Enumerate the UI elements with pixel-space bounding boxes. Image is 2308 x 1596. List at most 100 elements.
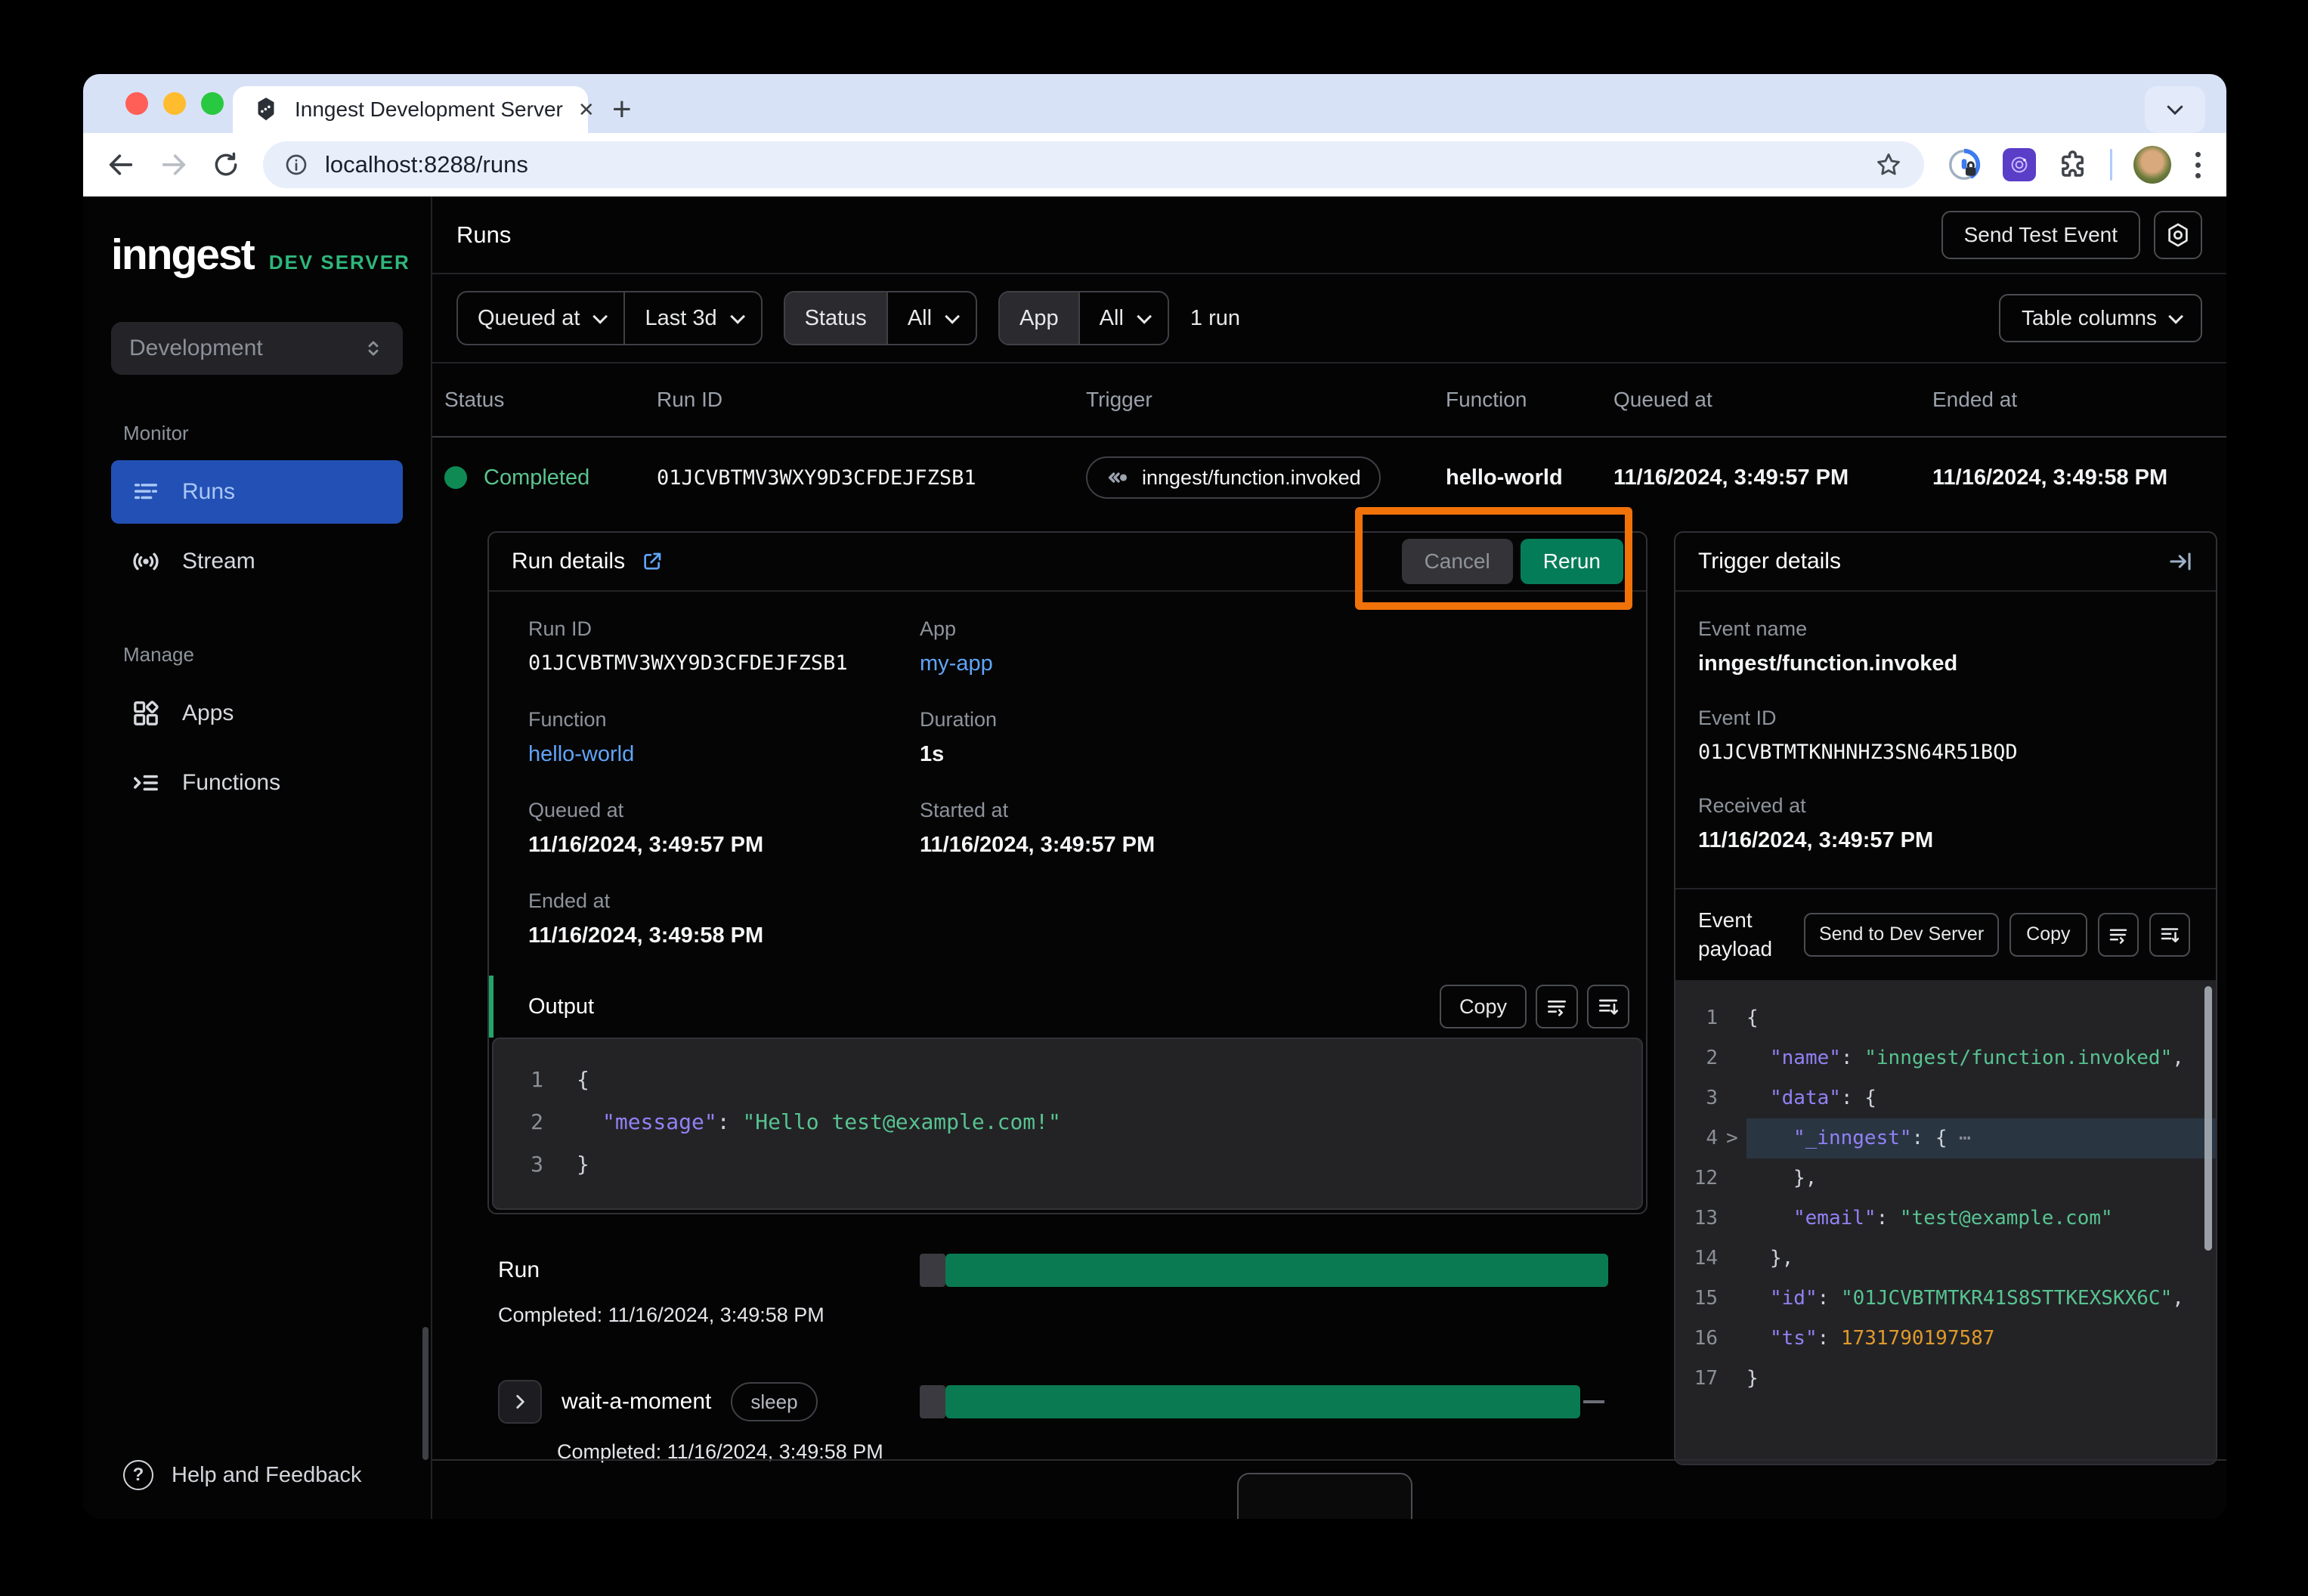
app-filter-dropdown[interactable]: All <box>1078 292 1168 344</box>
output-title: Output <box>528 994 594 1019</box>
copy-output-button[interactable]: Copy <box>1440 985 1527 1028</box>
extension-icon[interactable] <box>2003 148 2036 181</box>
sidebar-item-label: Stream <box>182 549 255 574</box>
chevron-down-icon <box>1137 309 1152 324</box>
run-count: 1 run <box>1190 306 1240 331</box>
expand-step-button[interactable] <box>498 1380 542 1424</box>
fold-chevron-icon[interactable]: > <box>1718 1118 1746 1158</box>
code-line: 3} <box>493 1143 1641 1186</box>
open-external-icon[interactable] <box>640 549 664 574</box>
field-app: App my-app <box>920 617 1623 676</box>
forward-icon[interactable] <box>159 150 189 180</box>
app-filter-value: All <box>1100 306 1124 331</box>
table-columns-button[interactable]: Table columns <box>1999 294 2202 342</box>
address-bar[interactable]: localhost:8288/runs <box>263 141 1924 188</box>
sidebar-item-apps[interactable]: Apps <box>111 682 403 745</box>
extensions-puzzle-icon[interactable] <box>2057 149 2089 181</box>
close-window-button[interactable] <box>125 92 148 115</box>
partial-footer-button[interactable] <box>1237 1473 1412 1519</box>
field-function: Function hello-world <box>528 708 920 767</box>
sidebar-item-runs[interactable]: Runs <box>111 460 403 524</box>
timeline-tick <box>1583 1400 1604 1403</box>
help-label: Help and Feedback <box>172 1463 362 1488</box>
send-to-dev-server-button[interactable]: Send to Dev Server <box>1804 913 1999 957</box>
status-filter-value: All <box>908 306 932 331</box>
queued-at-dropdown[interactable]: Queued at <box>458 292 623 344</box>
new-tab-button[interactable]: + <box>612 91 632 128</box>
sidebar-item-functions[interactable]: Functions <box>111 751 403 815</box>
col-run-id: Run ID <box>657 388 1086 412</box>
minimize-window-button[interactable] <box>163 92 186 115</box>
environment-select[interactable]: Development <box>111 322 403 375</box>
timeline-run-label: Run <box>498 1257 540 1283</box>
queued-at-label: Queued at <box>478 306 580 331</box>
app-filter-label: App <box>1000 292 1078 344</box>
output-code-block[interactable]: 1{2"message": "Hello test@example.com!"3… <box>492 1038 1643 1210</box>
function-link[interactable]: hello-world <box>528 742 920 767</box>
runs-table-header: Status Run ID Trigger Function Queued at… <box>432 363 2226 438</box>
status-filter-label: Status <box>785 292 886 344</box>
browser-tab[interactable]: Inngest Development Server ✕ <box>233 86 588 133</box>
run-id-cell: 01JCVBTMV3WXY9D3CFDEJFZSB1 <box>657 466 1086 490</box>
close-tab-icon[interactable]: ✕ <box>578 98 595 122</box>
zoom-window-button[interactable] <box>201 92 224 115</box>
help-and-feedback[interactable]: ? Help and Feedback <box>111 1460 431 1501</box>
browser-window: Inngest Development Server ✕ + localhost… <box>83 74 2226 1519</box>
table-footer-strip <box>432 1459 2226 1519</box>
run-detail-panels: Run details Cancel Rerun <box>432 518 2226 1459</box>
settings-button[interactable] <box>2154 211 2202 259</box>
timeline-run-row[interactable]: Run <box>487 1254 1647 1287</box>
queued-segment <box>920 1385 945 1418</box>
function-cell: hello-world <box>1446 466 1613 490</box>
back-icon[interactable] <box>106 150 136 180</box>
stream-icon <box>131 546 161 577</box>
word-wrap-button[interactable] <box>1536 985 1578 1028</box>
trigger-details-header: Trigger details <box>1675 533 2216 592</box>
sidebar-item-stream[interactable]: Stream <box>111 530 403 593</box>
code-line: 3"data": { <box>1675 1078 2216 1118</box>
browser-tab-bar: Inngest Development Server ✕ + <box>83 74 2226 133</box>
run-duration-bar <box>945 1254 1608 1287</box>
app-link[interactable]: my-app <box>920 651 1623 676</box>
cancel-button[interactable]: Cancel <box>1402 539 1513 584</box>
field-duration: Duration 1s <box>920 708 1623 767</box>
run-timeline: Run Completed: 11/16/2024, 3:49:58 PM wa… <box>487 1214 1647 1464</box>
field-queued-at: Queued at 11/16/2024, 3:49:57 PM <box>528 799 920 858</box>
field-event-name: Event name inngest/function.invoked <box>1698 617 2193 676</box>
run-completed-time: Completed: 11/16/2024, 3:49:58 PM <box>498 1304 1647 1327</box>
table-row[interactable]: Completed 01JCVBTMV3WXY9D3CFDEJFZSB1 inn… <box>432 438 2226 518</box>
timeline-step-row[interactable]: wait-a-moment sleep <box>487 1380 1647 1424</box>
profile-avatar[interactable] <box>2133 146 2171 184</box>
word-wrap-button[interactable] <box>2098 913 2139 957</box>
functions-icon <box>131 768 161 798</box>
password-manager-icon[interactable] <box>1947 147 1982 182</box>
monitor-section-label: Monitor <box>123 422 431 445</box>
payload-code-block[interactable]: 1{2"name": "inngest/function.invoked",3"… <box>1675 980 2216 1464</box>
reload-icon[interactable] <box>212 150 240 179</box>
trigger-fields: Event name inngest/function.invoked Even… <box>1675 592 2216 889</box>
copy-payload-button[interactable]: Copy <box>2009 913 2087 957</box>
environment-value: Development <box>129 336 263 361</box>
time-range-dropdown[interactable]: Last 3d <box>623 292 760 344</box>
inngest-logo: inngest <box>111 230 254 280</box>
page-title: Runs <box>456 221 511 249</box>
col-function: Function <box>1446 388 1613 412</box>
code-line: 2"name": "inngest/function.invoked", <box>1675 1038 2216 1078</box>
sidebar: inngest DEV SERVER Development Monitor R… <box>83 196 432 1519</box>
bookmark-star-icon[interactable] <box>1874 150 1903 179</box>
site-info-icon[interactable] <box>284 153 308 177</box>
trigger-pill[interactable]: inngest/function.invoked <box>1086 456 1381 499</box>
payload-scrollbar-thumb[interactable] <box>2204 986 2212 1251</box>
send-test-event-button[interactable]: Send Test Event <box>1941 211 2140 259</box>
collapse-panel-icon[interactable] <box>2167 549 2193 574</box>
rerun-button[interactable]: Rerun <box>1521 539 1623 584</box>
scroll-to-bottom-button[interactable] <box>2149 913 2190 957</box>
sidebar-item-label: Apps <box>182 701 234 726</box>
scroll-to-bottom-button[interactable] <box>1587 985 1629 1028</box>
browser-menu-icon[interactable] <box>2192 149 2204 181</box>
code-line: 1{ <box>493 1059 1641 1101</box>
tab-search-button[interactable] <box>2145 86 2205 133</box>
trigger-details-title: Trigger details <box>1698 549 1841 574</box>
scrollbar-thumb[interactable] <box>422 1327 428 1460</box>
status-filter-dropdown[interactable]: All <box>886 292 976 344</box>
